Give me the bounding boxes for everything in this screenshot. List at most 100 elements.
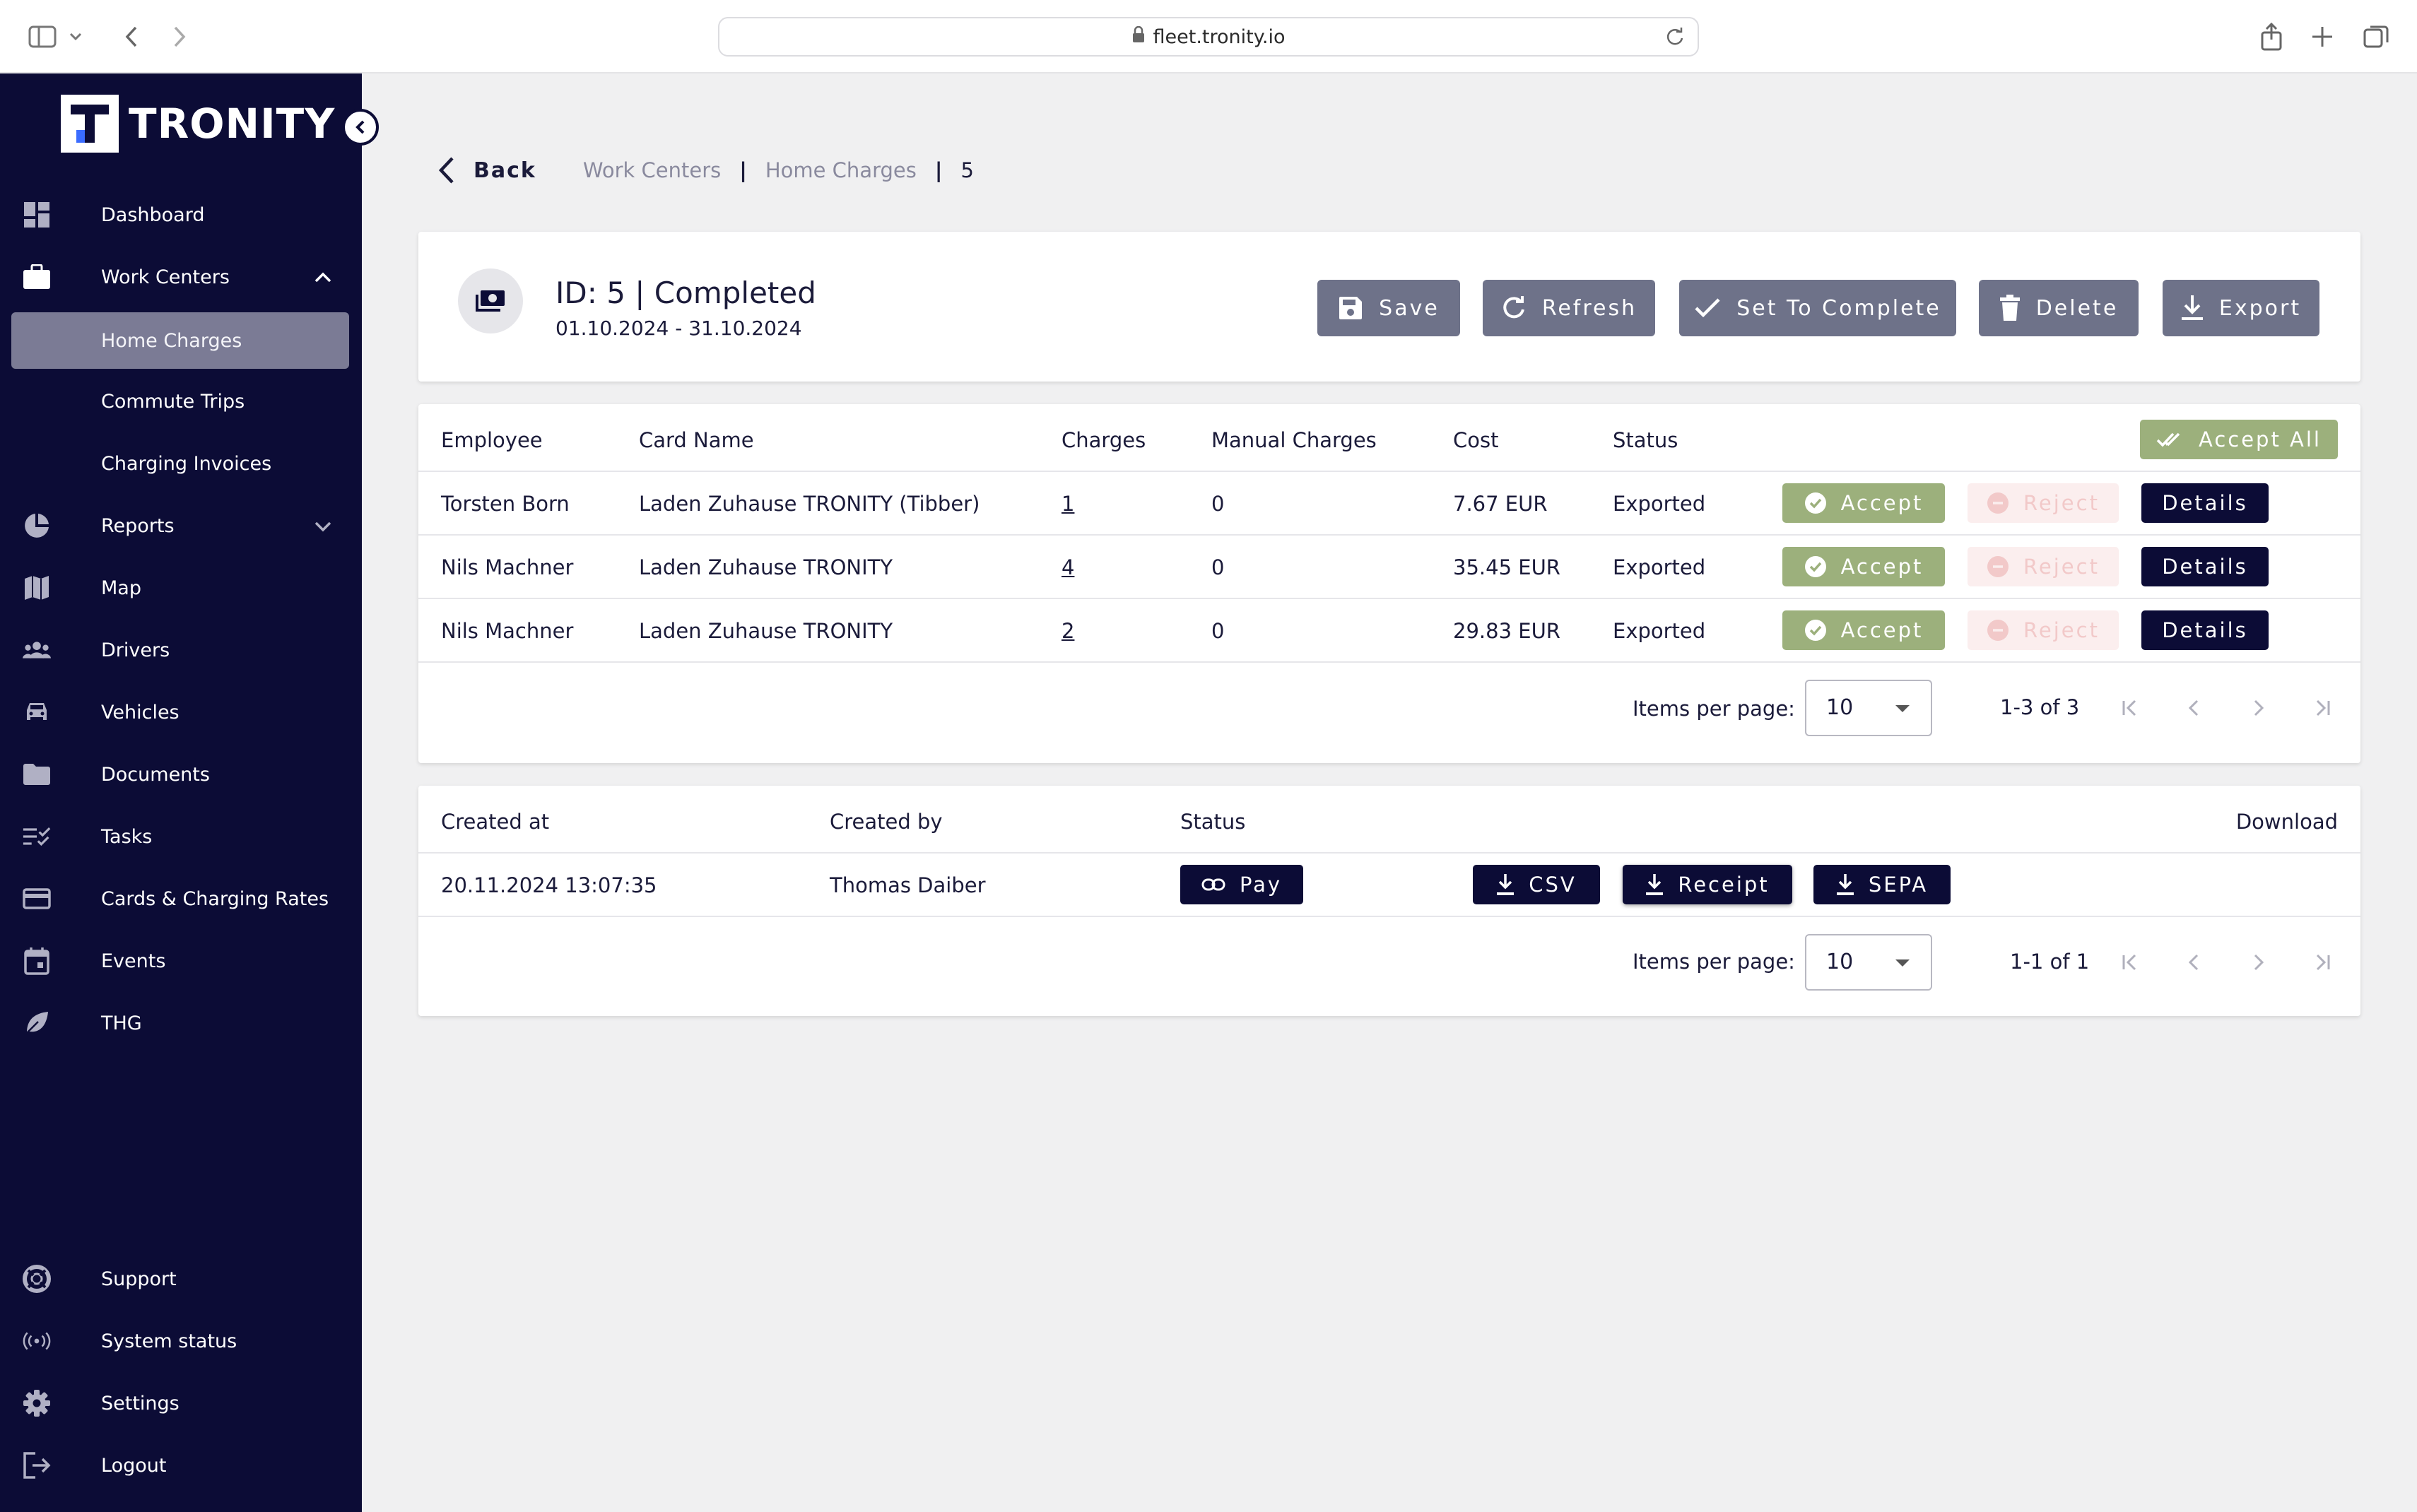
accept-button[interactable]: Accept — [1782, 547, 1945, 586]
caret-down-icon — [1895, 705, 1910, 712]
sidebar-item-map[interactable]: Map — [11, 560, 349, 616]
download-csv-button[interactable]: CSV — [1473, 865, 1600, 904]
details-button[interactable]: Details — [2141, 547, 2269, 586]
first-page-icon[interactable] — [2115, 947, 2146, 978]
sidebar-item-label: Work Centers — [101, 266, 230, 288]
column-header-cost: Cost — [1453, 428, 1499, 452]
sidebar-item-label: Charging Invoices — [101, 452, 272, 475]
new-tab-icon[interactable] — [2304, 18, 2341, 55]
set-to-complete-button[interactable]: Set To Complete — [1679, 280, 1956, 336]
sidebar-item-system-status[interactable]: System status — [11, 1313, 349, 1369]
sidebar-item-logout[interactable]: Logout — [11, 1437, 349, 1494]
details-button[interactable]: Details — [2141, 483, 2269, 523]
pagination: Items per page: 10 1-3 of 3 — [418, 661, 2360, 736]
address-bar[interactable]: fleet.tronity.io — [718, 17, 1699, 57]
reload-icon[interactable] — [1665, 27, 1685, 52]
next-page-icon[interactable] — [2243, 947, 2274, 978]
sidebar-item-home-charges[interactable]: Home Charges — [11, 312, 349, 369]
column-header-created-at: Created at — [441, 810, 550, 834]
tronity-logo[interactable]: TRONITY — [61, 95, 335, 153]
sidebar-item-label: Cards & Charging Rates — [101, 887, 329, 910]
check-circle-icon — [1804, 556, 1826, 577]
sidebar-item-commute-trips[interactable]: Commute Trips — [11, 373, 349, 430]
lifebuoy-icon — [23, 1265, 51, 1293]
accept-all-button[interactable]: Accept All — [2140, 420, 2338, 459]
collapse-sidebar-button[interactable] — [342, 109, 379, 146]
items-per-page-select[interactable]: 10 — [1805, 680, 1932, 736]
accept-label: Accept — [1840, 491, 1924, 515]
browser-forward-icon[interactable] — [161, 18, 198, 55]
download-sepa-button[interactable]: SEPA — [1813, 865, 1951, 904]
column-header-employee: Employee — [441, 428, 543, 452]
chevron-down-icon[interactable] — [65, 18, 86, 55]
items-per-page-value: 10 — [1826, 950, 1854, 974]
sidebar-item-tasks[interactable]: Tasks — [11, 808, 349, 865]
browser-toolbar: fleet.tronity.io — [0, 0, 2417, 73]
previous-page-icon[interactable] — [2178, 947, 2209, 978]
sidebar-item-reports[interactable]: Reports — [11, 497, 349, 554]
save-button[interactable]: Save — [1317, 280, 1460, 336]
share-icon[interactable] — [2253, 18, 2290, 55]
refresh-icon — [1503, 296, 1524, 319]
url-text: fleet.tronity.io — [1153, 25, 1286, 48]
employee-cell: Nils Machner — [441, 555, 574, 579]
charges-link[interactable]: 4 — [1062, 555, 1074, 579]
accept-button[interactable]: Accept — [1782, 483, 1945, 523]
last-page-icon[interactable] — [2307, 947, 2338, 978]
status-cell: Exported — [1613, 619, 1706, 643]
details-label: Details — [2162, 491, 2248, 515]
last-page-icon[interactable] — [2307, 692, 2338, 723]
logo-mark-icon — [61, 95, 119, 153]
charges-link[interactable]: 1 — [1062, 492, 1074, 516]
cost-cell: 35.45 EUR — [1453, 555, 1560, 579]
delete-button[interactable]: Delete — [1979, 280, 2139, 336]
sidebar-item-thg[interactable]: THG — [11, 995, 349, 1051]
download-receipt-button[interactable]: Receipt — [1623, 865, 1792, 904]
breadcrumb-work-centers[interactable]: Work Centers — [583, 158, 721, 182]
details-button[interactable]: Details — [2141, 610, 2269, 650]
people-icon — [23, 636, 51, 664]
sidebar-item-charging-invoices[interactable]: Charging Invoices — [11, 435, 349, 492]
sidebar-item-cards-charging-rates[interactable]: Cards & Charging Rates — [11, 870, 349, 927]
items-per-page-select[interactable]: 10 — [1805, 934, 1932, 991]
sidebar-item-label: Map — [101, 577, 141, 599]
chevron-up-icon[interactable] — [314, 266, 332, 293]
sidebar-item-settings[interactable]: Settings — [11, 1375, 349, 1431]
sidebar-item-vehicles[interactable]: Vehicles — [11, 684, 349, 740]
brand-name: TRONITY — [129, 100, 336, 148]
browser-back-icon[interactable] — [113, 18, 150, 55]
column-header-status: Status — [1613, 428, 1678, 452]
reject-button[interactable]: Reject — [1968, 483, 2119, 523]
reject-button[interactable]: Reject — [1968, 547, 2119, 586]
export-button[interactable]: Export — [2163, 280, 2319, 336]
accept-button[interactable]: Accept — [1782, 610, 1945, 650]
card-name-cell: Laden Zuhause TRONITY (Tibber) — [639, 492, 980, 516]
back-button[interactable]: Back — [438, 156, 536, 184]
sidebar-item-documents[interactable]: Documents — [11, 746, 349, 803]
next-page-icon[interactable] — [2243, 692, 2274, 723]
accept-label: Accept — [1840, 555, 1924, 579]
tab-overview-icon[interactable] — [2358, 18, 2394, 55]
sidebar-item-drivers[interactable]: Drivers — [11, 622, 349, 678]
sidebar-item-label: Logout — [101, 1454, 167, 1477]
manual-charges-cell: 0 — [1211, 555, 1225, 579]
reject-button[interactable]: Reject — [1968, 610, 2119, 650]
sidebar-item-support[interactable]: Support — [11, 1251, 349, 1307]
sidebar-item-work-centers[interactable]: Work Centers — [11, 249, 349, 305]
sidebar-item-dashboard[interactable]: Dashboard — [11, 187, 349, 243]
sidebar-item-events[interactable]: Events — [11, 933, 349, 989]
cost-cell: 7.67 EUR — [1453, 492, 1548, 516]
breadcrumb-home-charges[interactable]: Home Charges — [765, 158, 917, 182]
first-page-icon[interactable] — [2115, 692, 2146, 723]
charges-link[interactable]: 2 — [1062, 619, 1074, 643]
link-icon — [1201, 878, 1225, 891]
refresh-button[interactable]: Refresh — [1483, 280, 1655, 336]
sidebar-toggle-icon[interactable] — [24, 18, 61, 55]
checklist-icon — [23, 822, 51, 851]
download-icon — [1497, 874, 1515, 895]
previous-page-icon[interactable] — [2178, 692, 2209, 723]
pie-chart-icon — [23, 512, 51, 540]
chevron-down-icon[interactable] — [314, 514, 332, 542]
pay-button[interactable]: Pay — [1180, 865, 1303, 904]
car-icon — [23, 698, 51, 726]
